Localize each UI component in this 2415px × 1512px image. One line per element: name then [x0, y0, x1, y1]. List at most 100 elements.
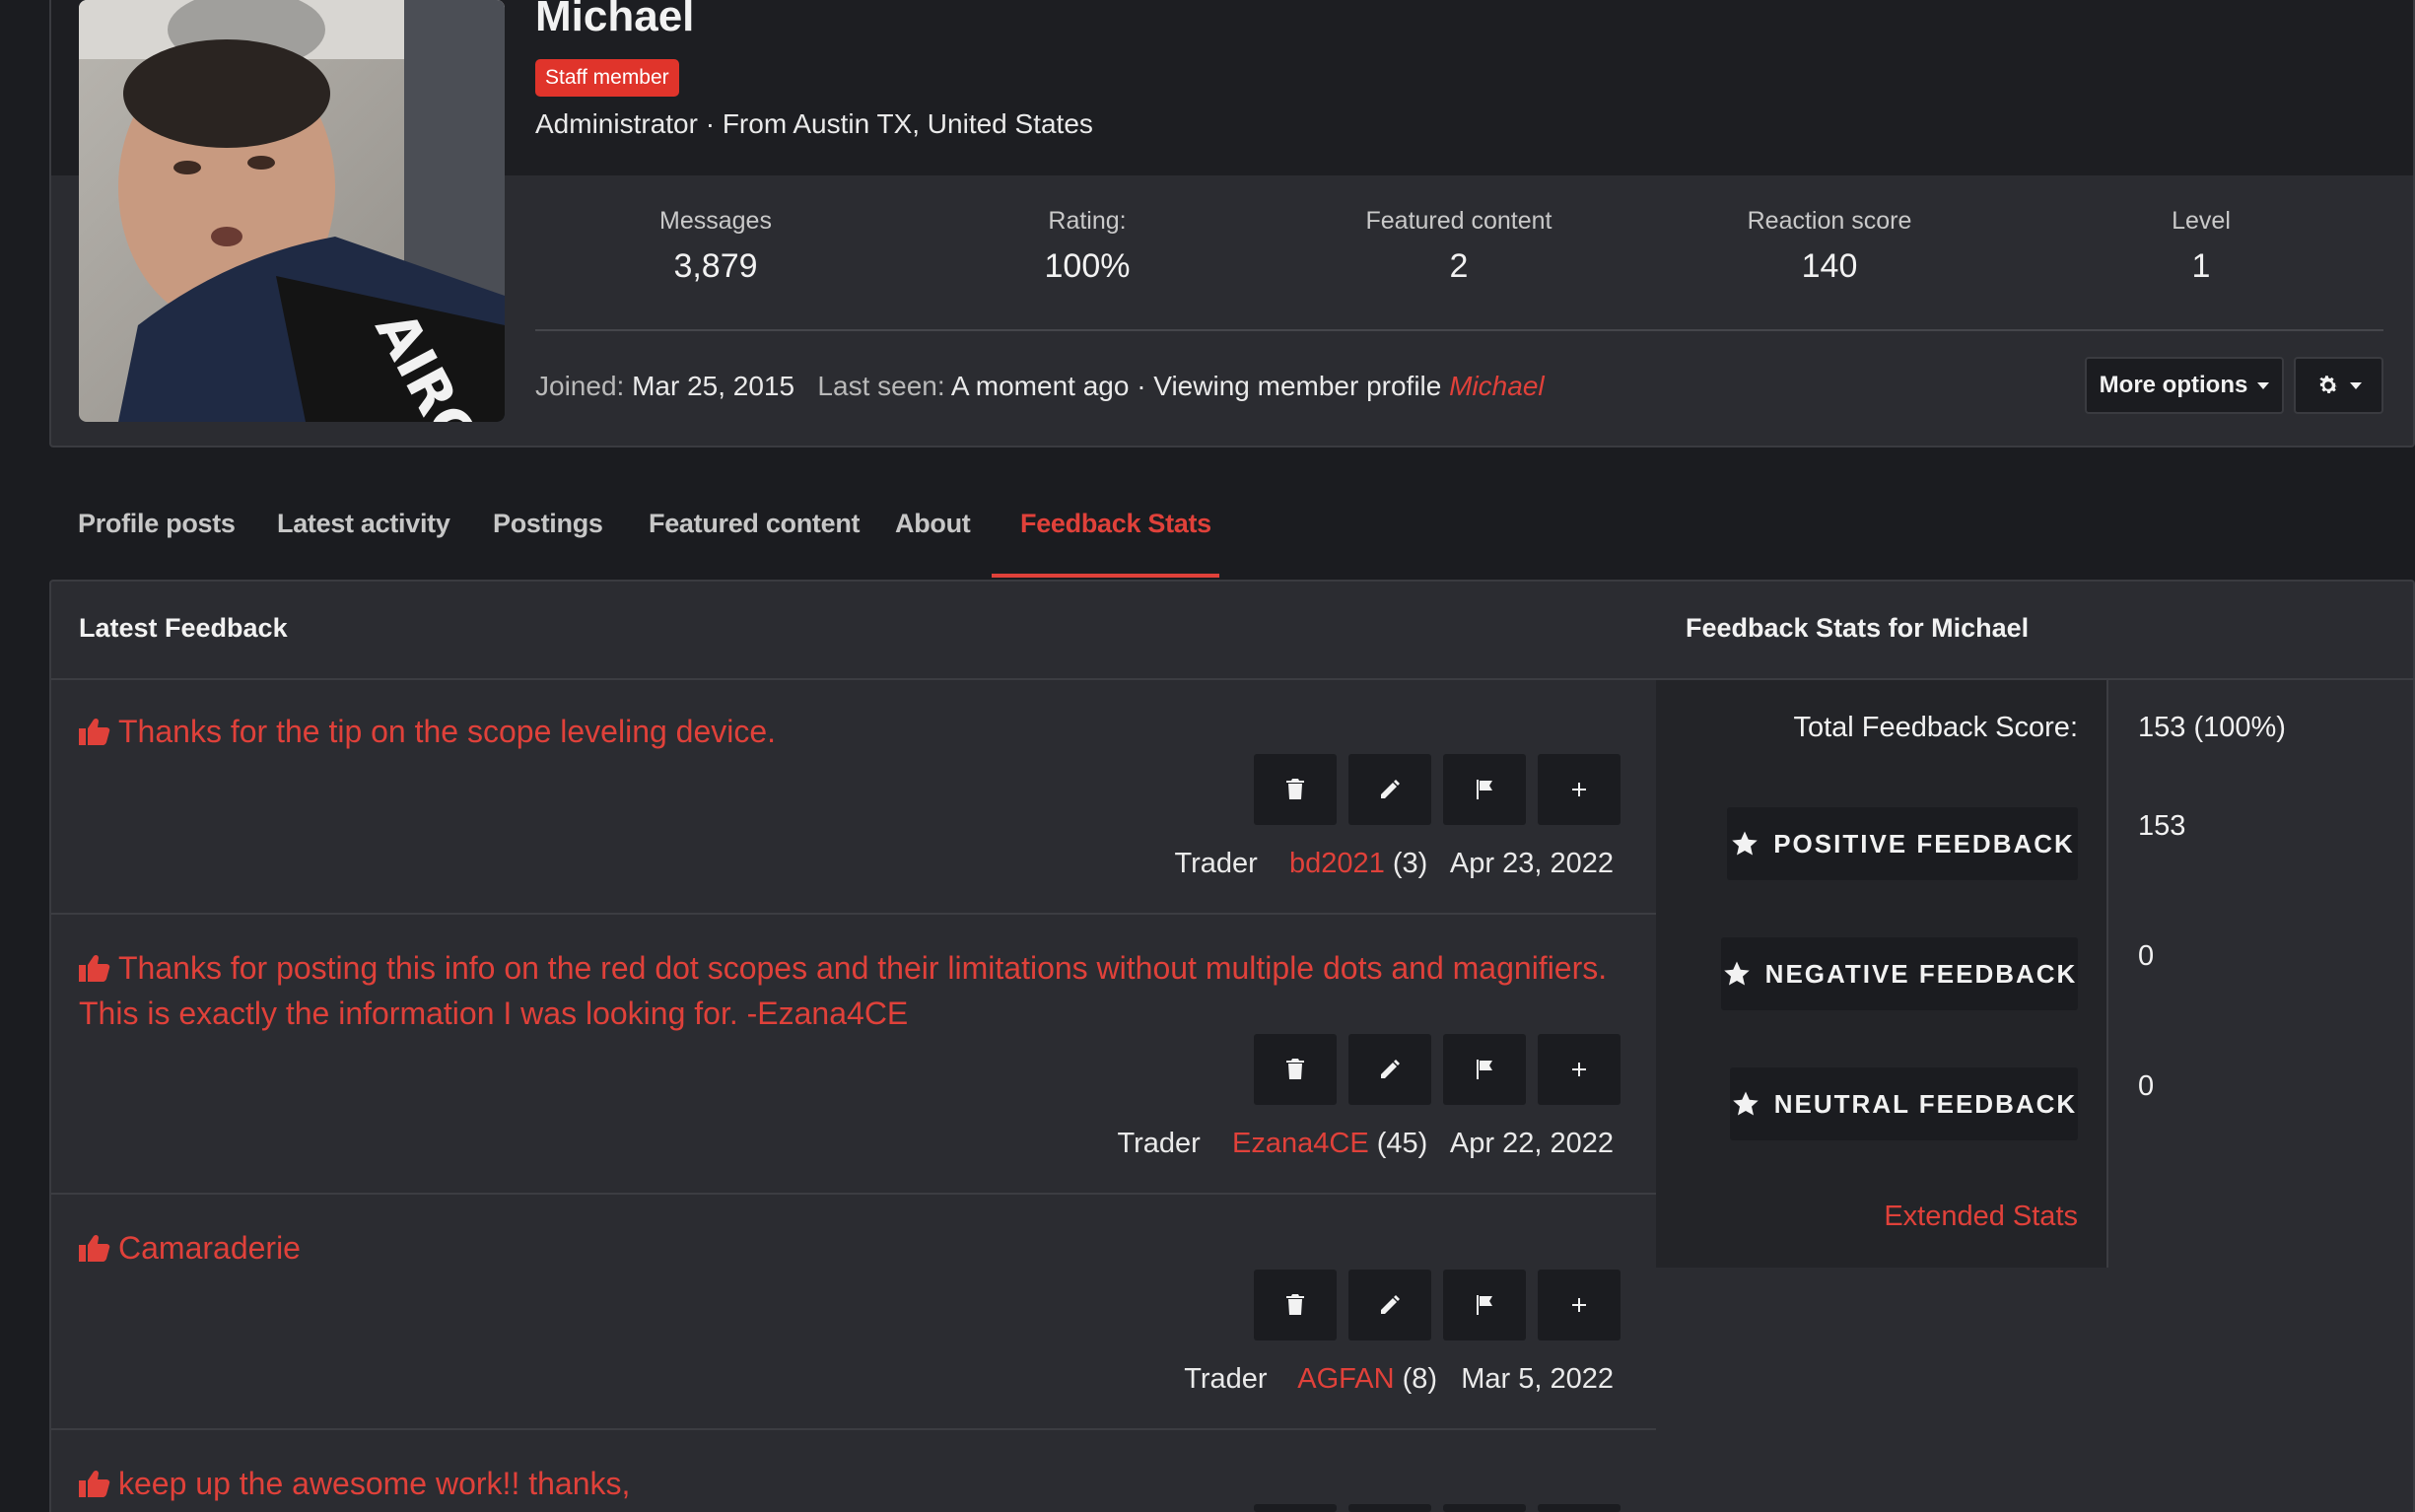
add-button[interactable] — [1538, 754, 1621, 825]
star-icon — [1733, 1091, 1759, 1116]
stat-reaction-score[interactable]: Reaction score 140 — [1682, 207, 1977, 286]
flag-icon — [1477, 1295, 1492, 1315]
more-options-button[interactable]: More options — [2085, 357, 2284, 414]
joined-label: Joined: — [535, 371, 625, 401]
stat-value: 1 — [2191, 247, 2211, 285]
trader-line: Trader AGFAN (8) Mar 5, 2022 — [1184, 1363, 1614, 1396]
stats-divider — [2106, 680, 2108, 1268]
tab-latest-activity[interactable]: Latest activity — [277, 509, 450, 539]
positive-feedback-label: POSITIVE FEEDBACK — [1773, 828, 2075, 859]
user-blurb: Administrator · From Austin TX, United S… — [535, 108, 1093, 139]
extended-stats-link[interactable]: Extended Stats — [1884, 1201, 2078, 1233]
flag-icon — [1477, 1060, 1492, 1079]
row-divider — [51, 1428, 1656, 1430]
positive-feedback-value: 153 — [2138, 810, 2186, 842]
row-divider — [51, 1193, 1656, 1195]
stat-label: Rating: — [1048, 207, 1127, 235]
trader-label: Trader — [1184, 1363, 1268, 1395]
tab-about[interactable]: About — [895, 509, 971, 539]
feedback-item: Thanks for the tip on the scope leveling… — [79, 709, 1617, 754]
gear-icon — [2318, 376, 2337, 393]
report-button[interactable] — [1443, 754, 1526, 825]
joined-line: Joined: Mar 25, 2015 Last seen: A moment… — [535, 371, 1545, 402]
feedback-text: Thanks for the tip on the scope leveling… — [118, 714, 777, 749]
more-options-label: More options — [2099, 372, 2248, 398]
positive-feedback-button[interactable]: POSITIVE FEEDBACK — [1727, 807, 2078, 880]
edit-button[interactable] — [1348, 754, 1431, 825]
tab-postings[interactable]: Postings — [493, 509, 603, 539]
thumbs-up-icon — [79, 718, 110, 745]
last-seen-label: Last seen: — [817, 371, 945, 401]
trader-label: Trader — [1117, 1128, 1201, 1159]
stat-value: 3,879 — [673, 247, 758, 285]
feedback-text: keep up the awesome work!! thanks, — [118, 1466, 631, 1501]
pencil-icon — [1381, 1060, 1400, 1078]
caret-down-icon — [2257, 381, 2270, 389]
joined-value: Mar 25, 2015 — [632, 371, 795, 401]
thumbs-up-icon — [79, 1470, 110, 1497]
trader-count: (3) — [1392, 848, 1428, 879]
neutral-feedback-button[interactable]: NEUTRAL FEEDBACK — [1730, 1067, 2078, 1140]
feedback-date: Mar 5, 2022 — [1461, 1363, 1614, 1395]
plus-icon — [1572, 783, 1586, 796]
stat-featured-content[interactable]: Featured content 2 — [1311, 207, 1607, 286]
total-feedback-label: Total Feedback Score: — [1793, 712, 2078, 743]
add-button[interactable] — [1538, 1034, 1621, 1105]
delete-button[interactable] — [1254, 1504, 1337, 1512]
negative-feedback-label: NEGATIVE FEEDBACK — [1764, 958, 2078, 989]
add-button[interactable] — [1538, 1270, 1621, 1340]
tab-feedback-stats[interactable]: Feedback Stats — [1020, 509, 1211, 539]
trader-user-link[interactable]: bd2021 — [1289, 848, 1385, 879]
tab-featured-content[interactable]: Featured content — [649, 509, 861, 539]
avatar[interactable]: AIRGUN NATION — [79, 0, 505, 422]
feedback-text: Thanks for posting this info on the red … — [79, 950, 1608, 1031]
feedback-item: Camaraderie — [79, 1225, 1617, 1271]
neutral-feedback-label: NEUTRAL FEEDBACK — [1773, 1088, 2078, 1119]
stat-label: Level — [2172, 207, 2231, 235]
feedback-item: Thanks for posting this info on the red … — [79, 945, 1617, 1036]
edit-button[interactable] — [1348, 1270, 1431, 1340]
delete-button[interactable] — [1254, 1270, 1337, 1340]
negative-feedback-button[interactable]: NEGATIVE FEEDBACK — [1721, 937, 2078, 1010]
latest-feedback-title: Latest Feedback — [79, 613, 288, 643]
report-button[interactable] — [1443, 1504, 1526, 1512]
stat-value: 140 — [1801, 247, 1858, 285]
stat-messages[interactable]: Messages 3,879 — [568, 207, 863, 286]
add-button[interactable] — [1538, 1504, 1621, 1512]
report-button[interactable] — [1443, 1270, 1526, 1340]
stat-value: 100% — [1044, 247, 1131, 285]
trash-icon — [1286, 779, 1304, 799]
plus-icon — [1572, 1298, 1586, 1312]
report-button[interactable] — [1443, 1034, 1526, 1105]
trader-count: (8) — [1402, 1363, 1438, 1395]
total-feedback-value: 153 (100%) — [2138, 712, 2286, 743]
star-icon — [1723, 961, 1750, 986]
page-title: Michael — [535, 0, 695, 40]
staff-badge[interactable]: Staff member — [535, 59, 679, 97]
caret-down-icon — [2349, 381, 2362, 389]
profile-divider — [535, 329, 2383, 331]
stat-level: Level 1 — [2053, 207, 2349, 286]
settings-menu-button[interactable] — [2294, 357, 2383, 414]
stat-label: Featured content — [1365, 207, 1552, 235]
row-divider — [51, 913, 1656, 915]
trader-user-link[interactable]: Ezana4CE — [1232, 1128, 1369, 1159]
edit-button[interactable] — [1348, 1034, 1431, 1105]
trash-icon — [1286, 1059, 1304, 1079]
feedback-stats-title: Feedback Stats for Michael — [1686, 613, 2030, 643]
tab-profile-posts[interactable]: Profile posts — [78, 509, 236, 539]
pencil-icon — [1381, 1295, 1400, 1314]
stat-rating: Rating: 100% — [939, 207, 1235, 286]
avatar-photo: AIRGUN NATION — [79, 0, 505, 422]
edit-button[interactable] — [1348, 1504, 1431, 1512]
stat-label: Messages — [659, 207, 772, 235]
feedback-text: Camaraderie — [118, 1230, 301, 1266]
neutral-feedback-value: 0 — [2138, 1070, 2155, 1102]
trader-user-link[interactable]: AGFAN — [1297, 1363, 1394, 1395]
negative-feedback-value: 0 — [2138, 940, 2155, 972]
last-seen-link[interactable]: Michael — [1449, 371, 1544, 401]
star-icon — [1732, 831, 1758, 856]
delete-button[interactable] — [1254, 1034, 1337, 1105]
delete-button[interactable] — [1254, 754, 1337, 825]
feedback-date: Apr 23, 2022 — [1449, 848, 1614, 879]
